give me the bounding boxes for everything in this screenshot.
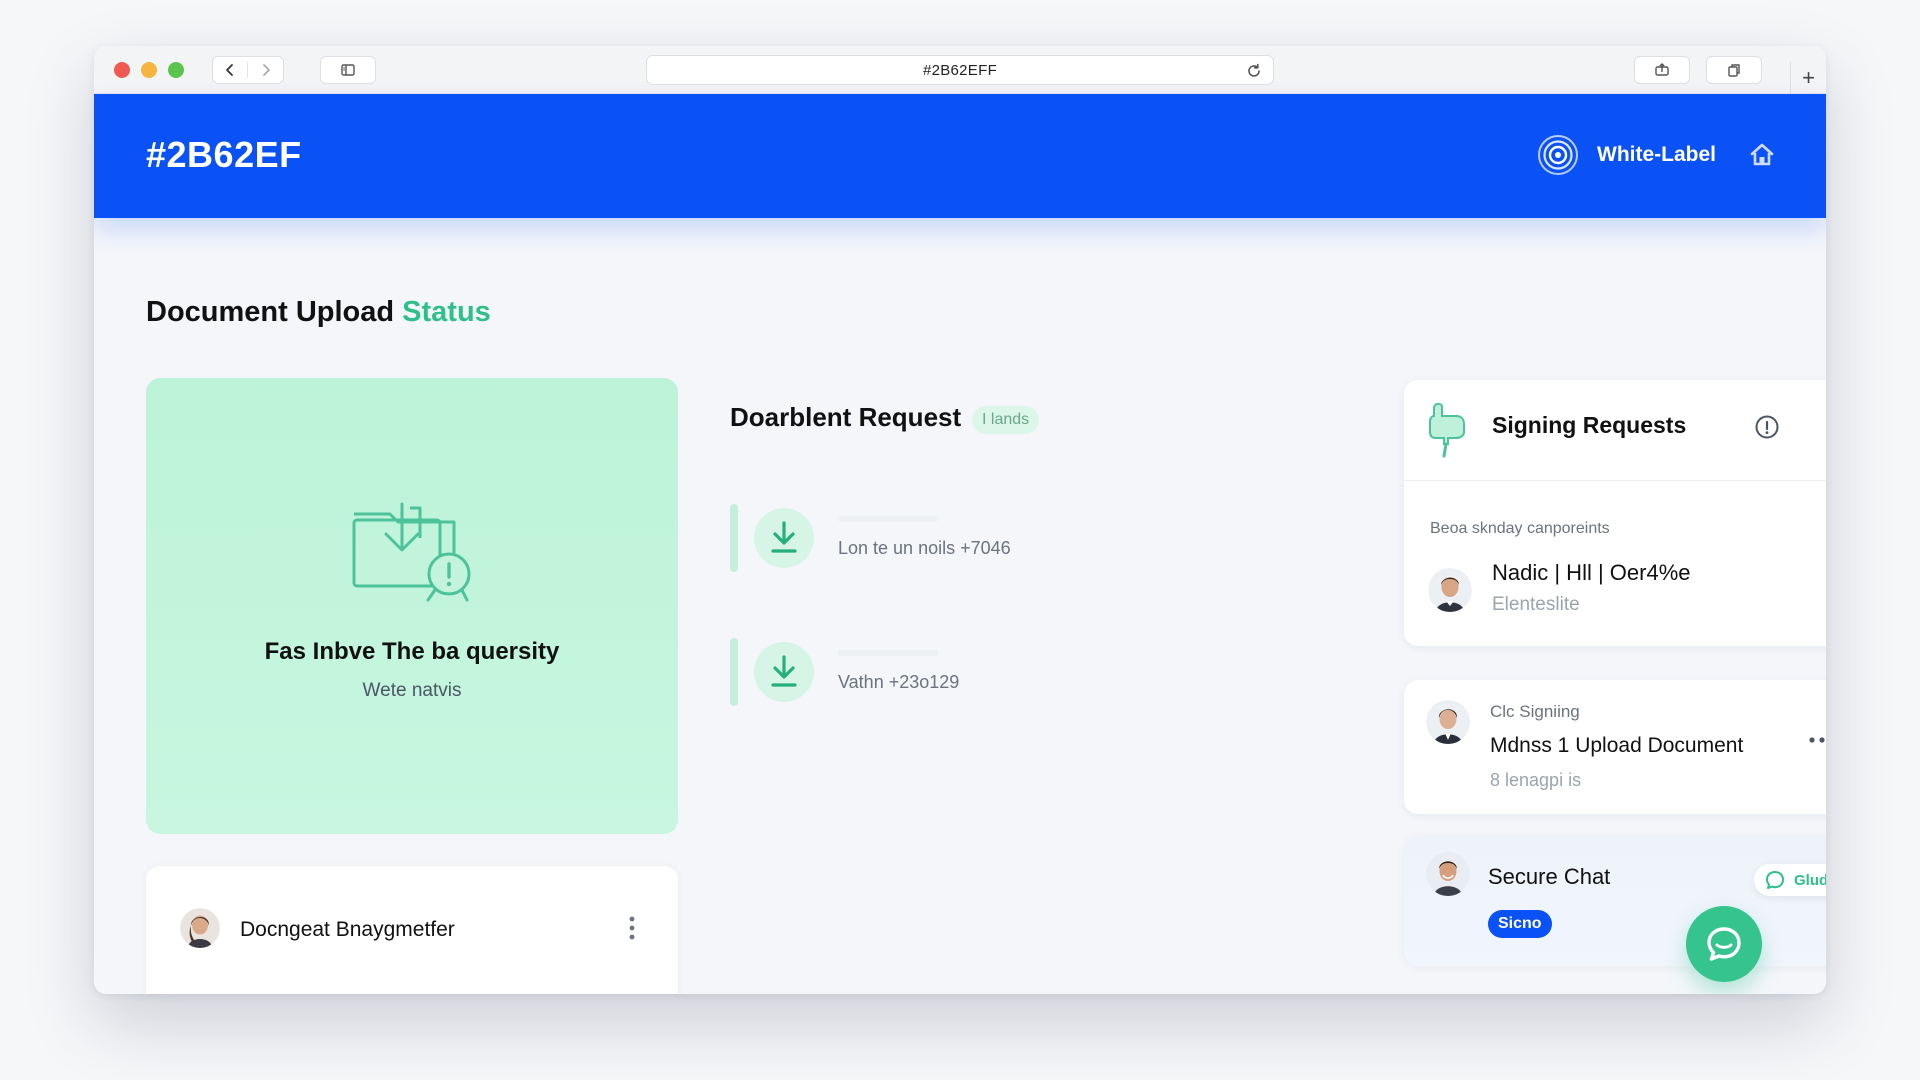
- sidebar-icon: [341, 64, 355, 76]
- request-panel-badge: I lands: [972, 406, 1040, 434]
- signing-requests-card: Signing Requests Beoa sknday canporeints…: [1404, 380, 1826, 646]
- more-vertical-icon[interactable]: [622, 914, 642, 942]
- pin-icon: [1429, 402, 1465, 458]
- download-icon: [771, 655, 797, 687]
- upload-dropzone[interactable]: Fas Inbve The ba quersity Wete natvis: [146, 378, 678, 834]
- request-item-text: Vathn +23o129: [838, 672, 960, 692]
- request-item-bar: [730, 504, 738, 572]
- signing-item-label: Clc Signiing: [1490, 702, 1580, 721]
- back-button[interactable]: [213, 62, 249, 78]
- request-item-progress-track: [838, 516, 938, 522]
- signing-requests-title: Signing Requests: [1492, 412, 1687, 438]
- concentric-circles-icon: [1538, 135, 1578, 175]
- share-icon: [1655, 63, 1669, 76]
- app-header: #2B62EF White-Label: [94, 94, 1826, 218]
- request-panel-title: Doarblent Request: [730, 402, 962, 432]
- download-icon: [771, 521, 797, 553]
- more-vertical-icon[interactable]: [1824, 410, 1826, 438]
- request-item-bar: [730, 638, 738, 706]
- document-manager-title: Docngeat Bnaygmetfer: [240, 918, 455, 941]
- reload-icon[interactable]: [1245, 62, 1263, 80]
- chat-bubble-icon: [1707, 927, 1741, 961]
- sidebar-toggle-button[interactable]: [320, 56, 376, 84]
- plus-icon: +: [1802, 65, 1815, 90]
- browser-window: #2B62EFF + #2B62EF White-Label Document …: [94, 46, 1826, 994]
- download-button[interactable]: [754, 642, 814, 702]
- chat-fab-button[interactable]: [1686, 906, 1762, 982]
- address-text: #2B62EFF: [922, 61, 998, 79]
- signing-item-card[interactable]: Clc Signiing Mdnss 1 Upload Document 8 l…: [1404, 680, 1826, 814]
- chat-status-pill[interactable]: Glud: [1754, 864, 1826, 896]
- avatar: [180, 908, 220, 948]
- header-actions: White-Label: [1537, 134, 1776, 176]
- tabs-overview-button[interactable]: [1706, 56, 1762, 84]
- request-item-text: Lon te un noils +7046: [838, 538, 1011, 558]
- forward-button[interactable]: [248, 62, 283, 78]
- document-upload-icon: [352, 502, 471, 602]
- upload-subtitle: Wete natvis: [362, 680, 462, 701]
- signer-name[interactable]: Nadic | Hll | Oer4%e: [1492, 560, 1691, 586]
- home-icon[interactable]: [1748, 141, 1776, 169]
- page-title-main: Document Upload: [146, 296, 403, 328]
- request-item-progress-track: [838, 650, 938, 656]
- secure-chat-card[interactable]: Secure Chat Sicno Glud: [1404, 836, 1826, 966]
- address-bar[interactable]: #2B62EFF: [646, 55, 1274, 85]
- zoom-window-button[interactable]: [168, 62, 184, 78]
- nav-buttons: [212, 56, 284, 84]
- divider: [1404, 480, 1826, 481]
- tabs-icon: [1728, 64, 1740, 77]
- request-item[interactable]: Lon te un noils +7046: [730, 504, 1090, 574]
- avatar: [1426, 700, 1470, 744]
- new-tab-button[interactable]: +: [1790, 62, 1826, 94]
- request-item[interactable]: Vathn +23o129: [730, 638, 1090, 708]
- chat-bubble-icon: [1766, 871, 1784, 889]
- secure-chat-title: Secure Chat: [1488, 864, 1611, 889]
- avatar: [1426, 852, 1470, 896]
- avatar: [1428, 568, 1472, 612]
- more-horizontal-icon[interactable]: [1808, 736, 1826, 744]
- upload-title: Fas Inbve The ba quersity: [264, 638, 560, 665]
- document-manager-card[interactable]: Docngeat Bnaygmetfer: [146, 866, 678, 994]
- signing-item-title: Mdnss 1 Upload Document: [1490, 734, 1744, 757]
- secure-chat-badge[interactable]: Sicno: [1488, 910, 1552, 938]
- share-button[interactable]: [1634, 56, 1690, 84]
- chevron-left-icon: [226, 64, 233, 76]
- info-icon[interactable]: [1754, 414, 1780, 440]
- signing-item-subtitle: 8 lenagpi is: [1490, 770, 1582, 790]
- browser-toolbar: #2B62EFF +: [94, 46, 1826, 94]
- minimize-window-button[interactable]: [141, 62, 157, 78]
- signer-subtitle: Elenteslite: [1492, 594, 1580, 615]
- brand-title: #2B62EF: [146, 134, 302, 175]
- white-label-link[interactable]: White-Label: [1597, 143, 1716, 167]
- download-button[interactable]: [754, 508, 814, 568]
- chevron-right-icon: [262, 64, 270, 76]
- chat-status-text: Glud: [1794, 871, 1826, 889]
- close-window-button[interactable]: [114, 62, 130, 78]
- signing-requests-label: Beoa sknday canporeints: [1430, 520, 1610, 537]
- page-title: Document Upload Status: [146, 296, 491, 329]
- page-title-accent: Status: [402, 296, 491, 328]
